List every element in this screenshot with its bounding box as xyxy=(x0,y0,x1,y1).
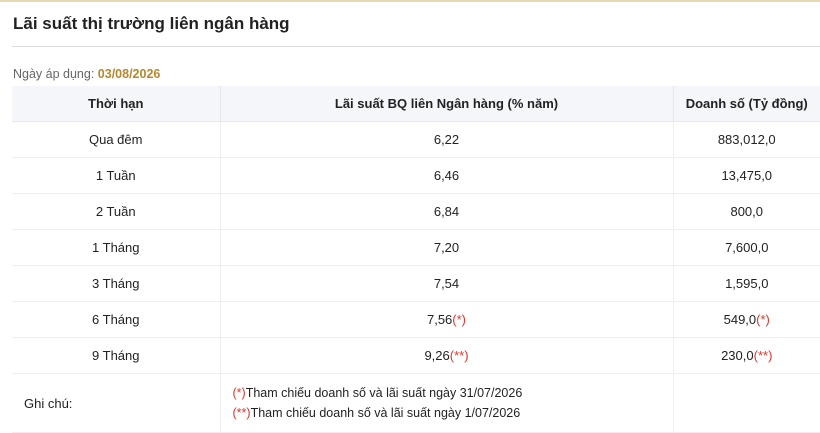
column-header-rate: Lãi suất BQ liên Ngân hàng (% năm) xyxy=(219,86,673,122)
volume-value: 1,595,0 xyxy=(725,276,769,291)
rate-cell: 6,46 xyxy=(219,157,673,194)
rate-cell: 7,56(*) xyxy=(219,301,673,338)
rate-value: 7,56 xyxy=(426,312,453,327)
applied-date: Ngày áp dụng: 03/08/2026 xyxy=(13,67,160,81)
rate-mark: (*) xyxy=(452,312,467,327)
column-header-volume: Doanh số (Tỷ đồng) xyxy=(672,86,820,122)
notes-empty-cell xyxy=(672,373,820,433)
volume-cell: 7,600,0 xyxy=(672,229,820,266)
interbank-rate-table: Thời hạn Lãi suất BQ liên Ngân hàng (% n… xyxy=(12,86,820,433)
title-divider xyxy=(12,46,820,47)
rate-cell: 6,84 xyxy=(219,193,673,230)
top-accent-bar xyxy=(0,0,820,2)
table-row: 6 Tháng 7,56(*) 549,0(*) xyxy=(12,301,820,338)
applied-date-value: 03/08/2026 xyxy=(97,67,161,81)
volume-mark: (**) xyxy=(753,348,773,363)
notes-label: Ghi chú: xyxy=(12,373,220,433)
table-row: Qua đêm 6,22 883,012,0 xyxy=(12,121,820,158)
table-row: 1 Tuần 6,46 13,475,0 xyxy=(12,157,820,194)
volume-cell: 13,475,0 xyxy=(672,157,820,194)
volume-cell: 1,595,0 xyxy=(672,265,820,302)
term-cell: 1 Tháng xyxy=(12,229,220,266)
rate-value: 9,26 xyxy=(424,348,450,363)
rate-value: 7,54 xyxy=(433,276,460,291)
volume-value: 800,0 xyxy=(730,204,764,219)
term-cell: 6 Tháng xyxy=(12,301,220,338)
table-row: 3 Tháng 7,54 1,595,0 xyxy=(12,265,820,302)
term-cell: 9 Tháng xyxy=(12,337,220,374)
note-mark: (*) xyxy=(232,386,246,400)
rate-mark: (**) xyxy=(449,348,469,363)
volume-cell: 549,0(*) xyxy=(672,301,820,338)
notes-row: Ghi chú: (*)Tham chiếu doanh số và lãi s… xyxy=(12,373,820,433)
volume-mark: (*) xyxy=(756,312,770,327)
note-item: (**)Tham chiếu doanh số và lãi suất ngày… xyxy=(233,403,673,423)
volume-value: 549,0 xyxy=(723,312,757,327)
rate-value: 6,84 xyxy=(433,204,460,219)
term-cell: 2 Tuần xyxy=(12,193,220,230)
volume-cell: 800,0 xyxy=(672,193,820,230)
rate-cell: 6,22 xyxy=(219,121,673,158)
note-text: Tham chiếu doanh số và lãi suất ngày 31/… xyxy=(245,386,523,400)
table-row: 2 Tuần 6,84 800,0 xyxy=(12,193,820,230)
rate-value: 7,20 xyxy=(433,240,460,255)
note-item: (*)Tham chiếu doanh số và lãi suất ngày … xyxy=(233,383,673,403)
table-row: 1 Tháng 7,20 7,600,0 xyxy=(12,229,820,266)
volume-cell: 883,012,0 xyxy=(672,121,820,158)
volume-value: 13,475,0 xyxy=(721,168,773,183)
column-header-term: Thời hạn xyxy=(12,86,220,122)
term-cell: 1 Tuần xyxy=(12,157,220,194)
table-header-row: Thời hạn Lãi suất BQ liên Ngân hàng (% n… xyxy=(12,86,820,122)
notes-content: (*)Tham chiếu doanh số và lãi suất ngày … xyxy=(219,373,673,433)
volume-value: 230,0 xyxy=(721,348,754,363)
rate-value: 6,46 xyxy=(433,168,460,183)
volume-cell: 230,0(**) xyxy=(672,337,820,374)
applied-date-label: Ngày áp dụng: xyxy=(13,67,95,81)
table-row: 9 Tháng 9,26(**) 230,0(**) xyxy=(12,337,820,374)
note-mark: (**) xyxy=(232,406,251,420)
volume-value: 7,600,0 xyxy=(725,240,769,255)
rate-cell: 7,20 xyxy=(219,229,673,266)
note-text: Tham chiếu doanh số và lãi suất ngày 1/0… xyxy=(250,406,521,420)
page-title: Lãi suất thị trường liên ngân hàng xyxy=(13,14,290,33)
rate-value: 6,22 xyxy=(433,132,460,147)
volume-value: 883,012,0 xyxy=(717,132,776,147)
rate-cell: 7,54 xyxy=(219,265,673,302)
term-cell: Qua đêm xyxy=(12,121,220,158)
rate-cell: 9,26(**) xyxy=(219,337,673,374)
term-cell: 3 Tháng xyxy=(12,265,220,302)
